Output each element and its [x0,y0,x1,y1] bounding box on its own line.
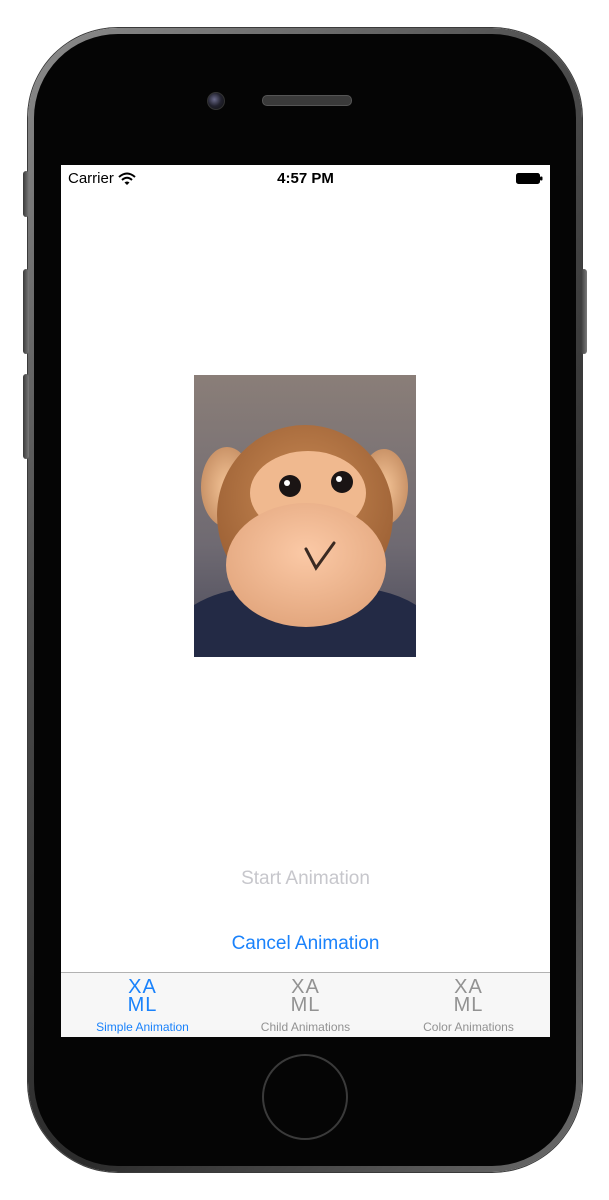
xaml-icon: XA ML [127,976,158,1016]
status-time: 4:57 PM [277,170,334,187]
earpiece-speaker [262,95,352,106]
tab-child-animations[interactable]: XA ML Child Animations [224,973,387,1037]
tab-label: Simple Animation [96,1020,189,1034]
cancel-animation-button[interactable]: Cancel Animation [61,932,550,956]
tab-label: Color Animations [423,1020,514,1034]
app-screen: Carrier 4:57 PM Start Animation Cancel A… [61,165,550,1037]
volume-up-button [23,269,29,354]
status-bar: Carrier 4:57 PM [61,165,550,191]
tab-bar: XA ML Simple Animation XA ML Child Anima… [61,972,550,1037]
mute-switch [23,171,29,217]
monkey-image [194,375,416,657]
tab-simple-animation[interactable]: XA ML Simple Animation [61,973,224,1037]
home-button[interactable] [262,1054,348,1140]
battery-icon [516,173,543,184]
front-camera [207,92,225,110]
xaml-icon: XA ML [290,976,321,1016]
tab-label: Child Animations [260,1020,351,1034]
start-animation-button[interactable]: Start Animation [61,867,550,891]
power-button [581,269,587,354]
tab-color-animations[interactable]: XA ML Color Animations [387,973,550,1037]
volume-down-button [23,374,29,459]
xaml-icon: XA ML [453,976,484,1016]
